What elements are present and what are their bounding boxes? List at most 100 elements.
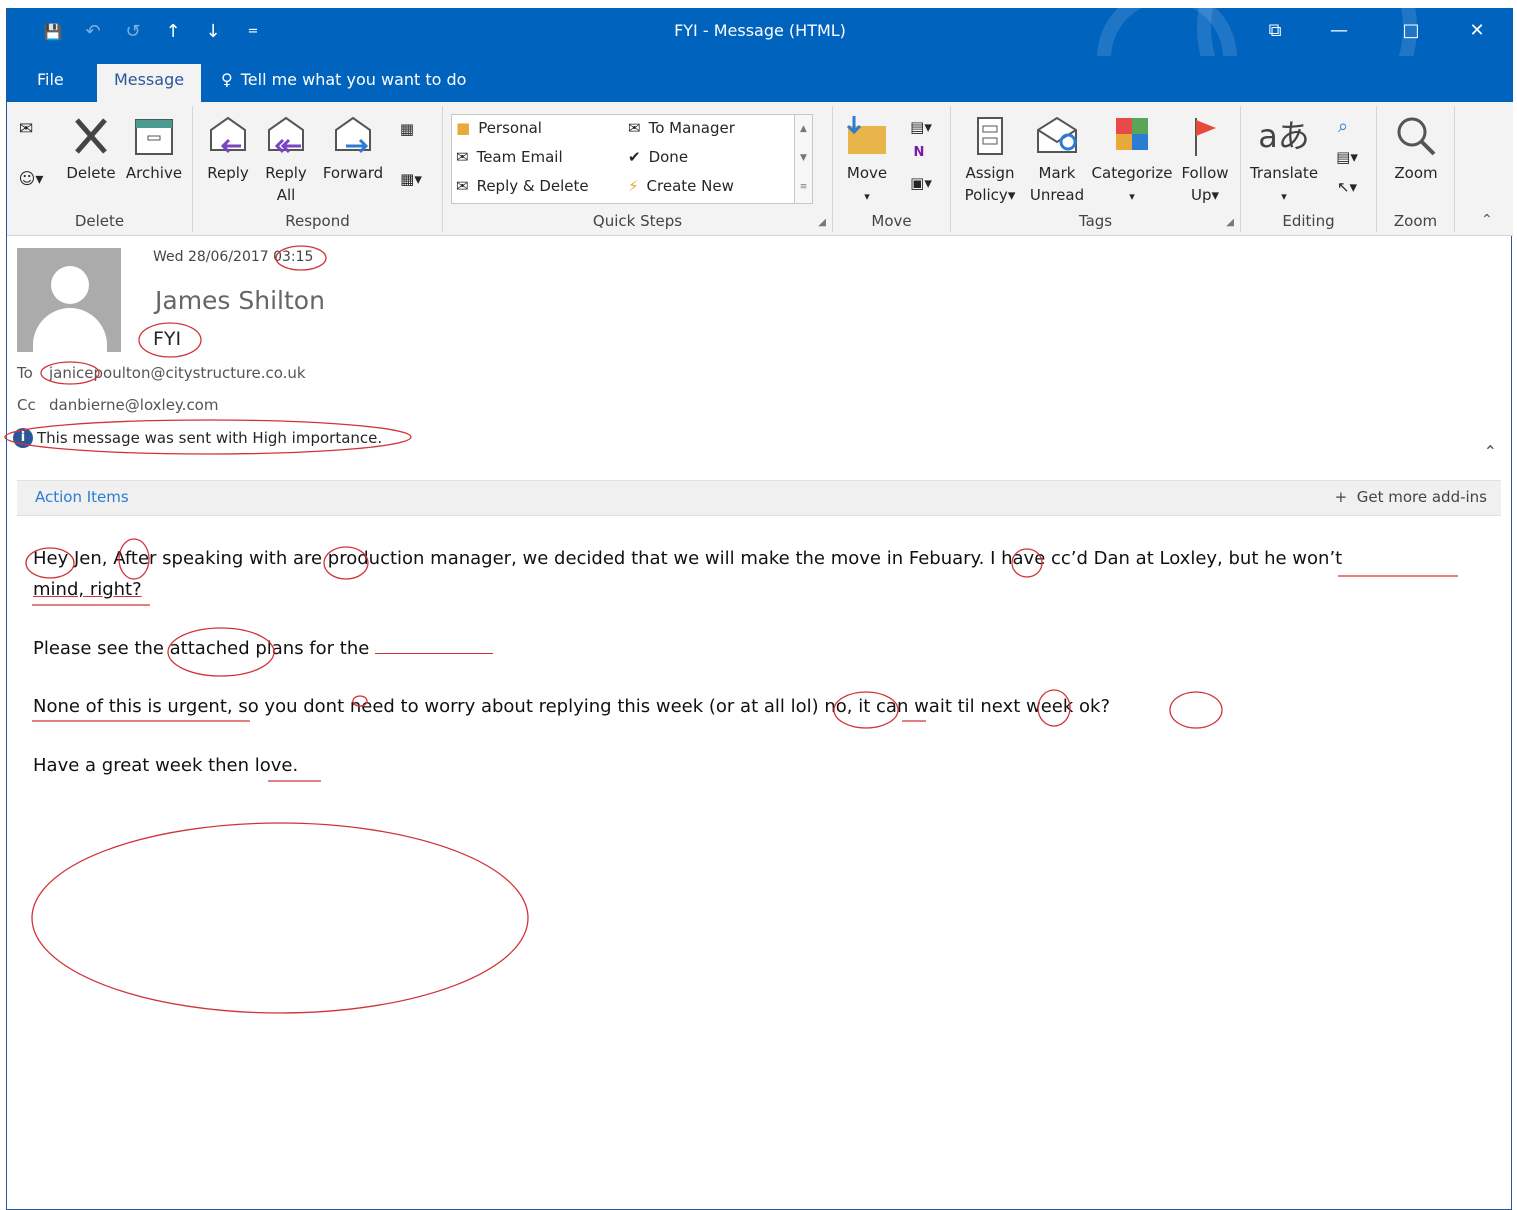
body-paragraph-1-cont: mind, right?: [33, 579, 142, 600]
subject: FYI: [153, 328, 182, 350]
translate-icon: aあ: [1258, 117, 1310, 155]
zoom-button[interactable]: Zoom: [1383, 114, 1449, 184]
mark-unread-button[interactable]: Mark Unread: [1027, 114, 1087, 206]
maximize-icon[interactable]: □: [1379, 8, 1443, 56]
outlook-message-window: 💾 ↶ ↺ ↑ ↓ = FYI - Message (HTML) ⧉ — □ ✕…: [6, 8, 1513, 1210]
sender-name[interactable]: James Shilton: [155, 286, 325, 315]
zoom-group-label: Zoom: [1393, 212, 1438, 230]
quick-steps-scrollbar[interactable]: ▲ ▼ ≡: [794, 115, 812, 203]
zoom-group: Zoom Zoom: [1377, 106, 1455, 232]
ribbon-display-options-icon[interactable]: ⧉: [1243, 8, 1307, 56]
tell-me-label: Tell me what you want to do: [240, 70, 467, 89]
reply-all-label-1: Reply: [265, 164, 307, 182]
move-label: Move: [846, 164, 888, 182]
ignore-icon[interactable]: ✉: [13, 118, 39, 140]
follow-label-2: Up: [1190, 186, 1212, 204]
lightbulb-icon: ♀: [221, 70, 233, 89]
to-address[interactable]: janicepoulton@citystructure.co.uk: [49, 364, 306, 382]
meeting-reply-icon[interactable]: ▦: [393, 118, 421, 140]
quick-steps-launcher-icon[interactable]: ◢: [818, 217, 826, 228]
importance-text: This message was sent with High importan…: [37, 429, 383, 447]
quick-step-done[interactable]: ✔ Done: [628, 148, 688, 166]
assign-policy-button[interactable]: Assign Policy▾: [957, 114, 1023, 206]
sent-date: Wed 28/06/2017 03:15: [153, 249, 314, 265]
junk-icon[interactable]: ☺▾: [13, 168, 49, 190]
quick-steps-group-label: Quick Steps: [592, 212, 683, 230]
archive-button[interactable]: Archive: [123, 114, 185, 184]
quick-step-to-manager-label: To Manager: [648, 119, 735, 137]
assign-policy-icon: [977, 117, 1003, 155]
magnifier-icon: [1397, 117, 1436, 156]
get-more-addins-label: Get more add-ins: [1356, 488, 1487, 506]
tab-file[interactable]: File: [37, 68, 64, 102]
respond-group: Reply Reply All Forward ▦ ▦▾ Respond: [193, 106, 443, 232]
quick-step-personal[interactable]: ■ Personal: [456, 119, 542, 137]
find-icon[interactable]: ⌕: [1331, 116, 1355, 138]
reply-all-button[interactable]: Reply All: [259, 114, 313, 206]
follow-up-button[interactable]: Follow Up▾: [1177, 114, 1233, 206]
cc-label: Cc: [17, 396, 36, 414]
forward-button[interactable]: Forward: [321, 114, 385, 184]
quick-step-reply-delete[interactable]: ✉ Reply & Delete: [456, 177, 589, 195]
move-dropdown-icon: ▾: [864, 190, 870, 203]
collapse-ribbon-icon[interactable]: ⌃: [1481, 212, 1493, 228]
select-icon[interactable]: ↖▾: [1329, 176, 1365, 198]
tags-group: Assign Policy▾ Mark Unread Categorize ▾ F…: [951, 106, 1241, 232]
get-more-addins-button[interactable]: + Get more add-ins: [1335, 488, 1487, 506]
plus-icon: +: [1334, 488, 1357, 506]
assign-label-1: Assign: [965, 164, 1015, 182]
envelope-arrow-icon: ✉: [628, 119, 641, 137]
quick-step-team-email[interactable]: ✉ Team Email: [456, 148, 563, 166]
reply-all-label-2: All: [276, 186, 296, 204]
quick-step-create-new[interactable]: ⚡ Create New: [628, 177, 734, 195]
action-items-link[interactable]: Action Items: [35, 488, 129, 506]
folder-icon: ■: [456, 119, 471, 137]
editing-group: aあ Translate ▾ ⌕ ▤▾ ↖▾ Editing: [1241, 106, 1377, 232]
categorize-icon: [1116, 118, 1148, 150]
move-button[interactable]: Move ▾: [841, 114, 893, 208]
related-icon[interactable]: ▤▾: [1329, 146, 1365, 168]
minimize-icon[interactable]: —: [1307, 8, 1371, 56]
body-paragraph-3: None of this is urgent, so you dont need…: [33, 696, 1110, 717]
categorize-button[interactable]: Categorize ▾: [1089, 114, 1175, 208]
quick-step-create-new-label: Create New: [646, 177, 734, 195]
collapse-header-icon[interactable]: ⌃: [1484, 442, 1497, 461]
check-icon: ✔: [628, 148, 641, 166]
categorize-label: Categorize: [1091, 164, 1173, 182]
reply-delete-icon: ✉: [456, 177, 469, 195]
ribbon: ✉ ☺▾ Delete Archive Delete Reply Reply A…: [7, 102, 1513, 236]
quick-step-reply-delete-label: Reply & Delete: [476, 177, 589, 195]
archive-label: Archive: [125, 164, 183, 182]
tags-launcher-icon[interactable]: ◢: [1226, 217, 1234, 228]
title-bar: 💾 ↶ ↺ ↑ ↓ = FYI - Message (HTML) ⧉ — □ ✕: [7, 8, 1513, 56]
cc-address[interactable]: danbierne@loxley.com: [49, 396, 218, 414]
to-line: To janicepoulton@citystructure.co.uk: [17, 364, 306, 382]
translate-dropdown-icon: ▾: [1281, 190, 1287, 203]
actions-icon[interactable]: ▣▾: [903, 172, 939, 194]
follow-label-1: Follow: [1181, 164, 1229, 182]
onenote-icon[interactable]: N: [907, 142, 931, 164]
blank-line: [375, 653, 494, 654]
close-icon[interactable]: ✕: [1445, 8, 1509, 56]
reply-button[interactable]: Reply: [203, 114, 253, 184]
more-respond-icon[interactable]: ▦▾: [389, 168, 433, 190]
delete-button[interactable]: Delete: [61, 114, 121, 184]
respond-group-label: Respond: [285, 212, 350, 230]
tell-me-box[interactable]: ♀ Tell me what you want to do: [221, 68, 466, 102]
quick-step-to-manager[interactable]: ✉ To Manager: [628, 119, 735, 137]
rules-icon[interactable]: ▤▾: [903, 116, 939, 138]
reply-icon: [210, 116, 246, 154]
delete-group-label: Delete: [74, 212, 125, 230]
tab-message[interactable]: Message: [97, 64, 201, 102]
mark-label-2: Unread: [1029, 186, 1085, 204]
translate-button[interactable]: aあ Translate ▾: [1247, 114, 1321, 208]
flag-icon: [1195, 118, 1216, 156]
message-header: Wed 28/06/2017 03:15 James Shilton FYI T…: [7, 236, 1513, 476]
email-icon: ✉: [456, 148, 469, 166]
move-folder-icon: [846, 116, 886, 154]
zoom-label: Zoom: [1394, 164, 1438, 182]
forward-label: Forward: [322, 164, 384, 182]
quick-step-done-label: Done: [648, 148, 689, 166]
delete-label: Delete: [66, 164, 116, 182]
body-paragraph-1: Hey Jen, After speaking with are product…: [33, 548, 1343, 569]
